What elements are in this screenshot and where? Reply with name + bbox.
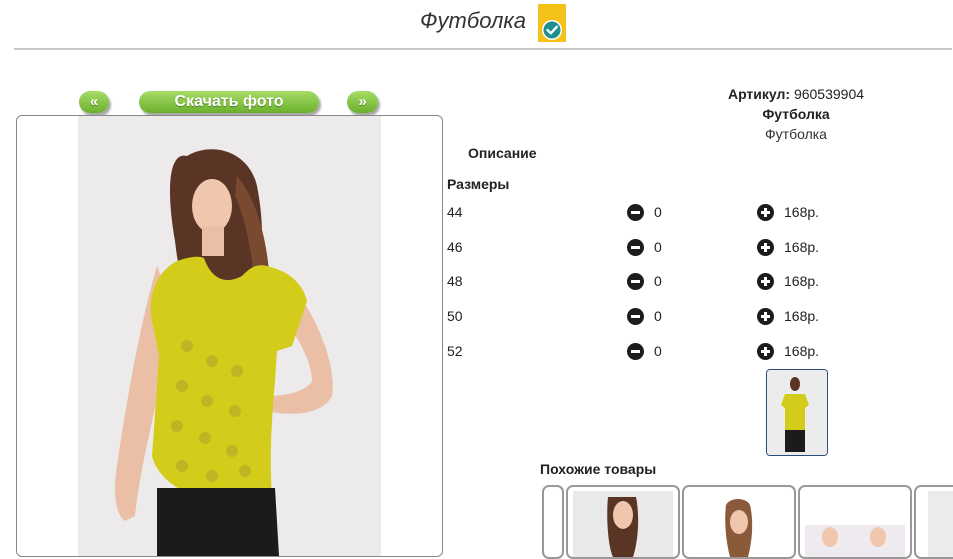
header-divider [14,48,952,50]
quantity-value: 0 [654,273,662,289]
similar-product-card[interactable] [914,485,953,559]
similar-product-card[interactable] [798,485,912,559]
size-value: 44 [447,204,463,220]
product-name: Футболка [762,106,830,122]
prev-photo-button[interactable]: « [79,91,109,113]
size-value: 48 [447,273,463,289]
minus-icon[interactable] [627,343,644,360]
similar-product-card[interactable] [682,485,796,559]
download-photo-button[interactable]: Скачать фото [139,91,319,113]
check-badge-icon [538,4,566,42]
minus-icon[interactable] [627,308,644,325]
thumbnail-image [767,370,827,455]
size-row: 46 0 168р. [447,239,847,259]
price-value: 168р. [784,308,820,324]
similar-product-image [928,491,953,557]
size-value: 50 [447,308,463,324]
article-line: Артикул: 960539904 [640,86,952,102]
size-row: 48 0 168р. [447,273,847,293]
quantity-value: 0 [654,343,662,359]
similar-product-image [725,499,753,557]
quantity-value: 0 [654,239,662,255]
photo-thumbnail[interactable] [766,369,828,456]
description-label: Описание [468,145,537,161]
size-row: 52 0 168р. [447,343,847,363]
product-subtitle: Футболка [765,126,827,142]
sizes-label: Размеры [447,176,510,192]
price-value: 168р. [784,343,820,359]
similar-products-label: Похожие товары [540,461,657,477]
similar-product-image [573,491,673,557]
minus-icon[interactable] [627,273,644,290]
minus-icon[interactable] [627,239,644,256]
similar-product-card[interactable] [542,485,564,559]
size-row: 44 0 168р. [447,204,847,224]
main-product-photo[interactable] [16,115,443,557]
plus-icon[interactable] [757,343,774,360]
quantity-value: 0 [654,204,662,220]
plus-icon[interactable] [757,239,774,256]
price-value: 168р. [784,273,820,289]
size-row: 50 0 168р. [447,308,847,328]
article-value: 960539904 [793,86,865,102]
next-photo-button[interactable]: » [347,91,378,113]
similar-product-image [805,525,905,557]
size-value: 52 [447,343,463,359]
plus-icon[interactable] [757,308,774,325]
price-value: 168р. [784,204,820,220]
plus-icon[interactable] [757,204,774,221]
plus-icon[interactable] [757,273,774,290]
similar-product-card[interactable] [566,485,680,559]
article-label: Артикул: [727,86,791,102]
quantity-value: 0 [654,308,662,324]
minus-icon[interactable] [627,204,644,221]
model-photo [114,149,333,556]
page-header: Футболка [0,0,953,48]
price-value: 168р. [784,239,820,255]
size-value: 46 [447,239,463,255]
page-title: Футболка [420,8,526,33]
